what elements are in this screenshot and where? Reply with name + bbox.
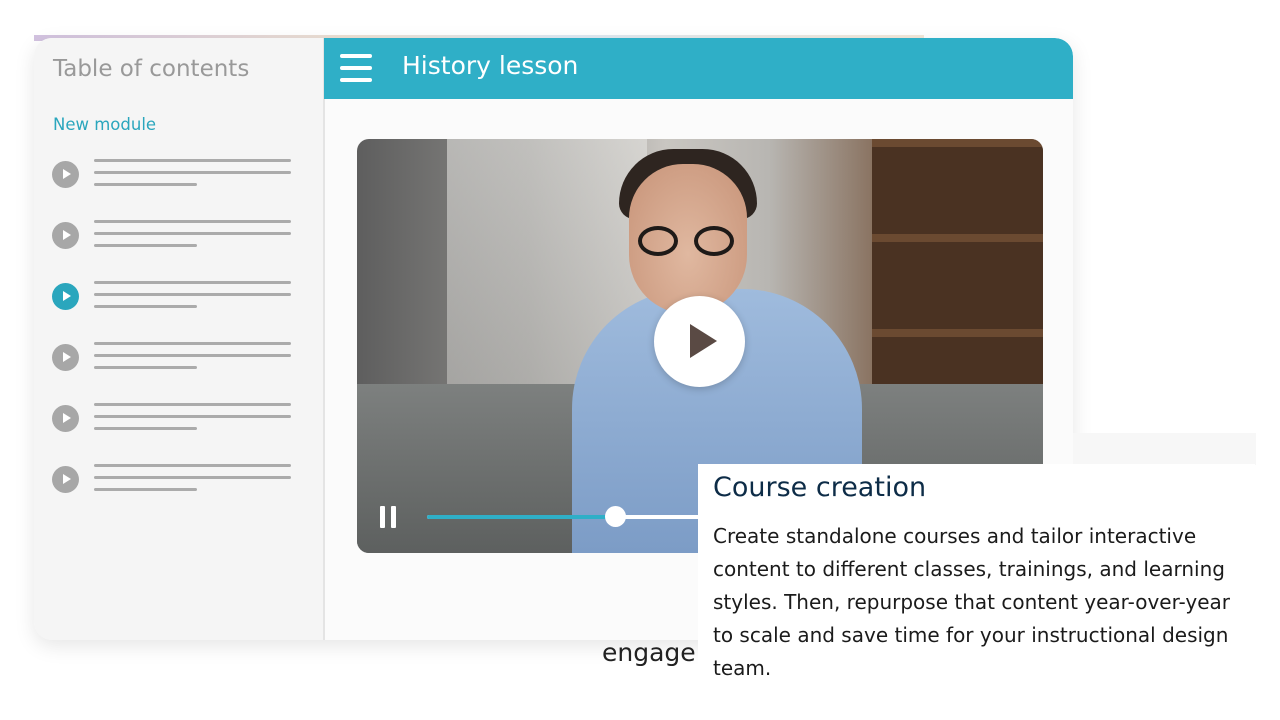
lesson-text-placeholder: [94, 293, 291, 296]
lesson-item[interactable]: [52, 464, 302, 498]
pause-icon[interactable]: [380, 506, 398, 528]
lesson-play-icon[interactable]: [52, 161, 79, 188]
lesson-play-icon[interactable]: [52, 283, 79, 310]
tooltip-body: Create standalone courses and tailor int…: [713, 524, 1231, 680]
lesson-text-placeholder: [94, 220, 291, 223]
lesson-text-placeholder: [94, 232, 291, 235]
lesson-text-placeholder: [94, 464, 291, 467]
lesson-item[interactable]: [52, 281, 302, 315]
table-of-contents-sidebar: Table of contents New module: [34, 38, 325, 640]
lesson-text-placeholder: [94, 342, 291, 345]
background-heading-text: engage: [602, 638, 696, 667]
lesson-text-placeholder: [94, 171, 291, 174]
module-title[interactable]: New module: [53, 115, 156, 134]
lesson-play-icon[interactable]: [52, 405, 79, 432]
lesson-text-placeholder: [94, 183, 197, 186]
feature-tooltip: Course creation Create standalone course…: [698, 464, 1255, 720]
lesson-title: History lesson: [402, 51, 579, 80]
lesson-text-placeholder: [94, 427, 197, 430]
play-icon[interactable]: [654, 296, 745, 387]
lesson-play-icon[interactable]: [52, 466, 79, 493]
lesson-text-placeholder: [94, 415, 291, 418]
lesson-text-placeholder: [94, 244, 197, 247]
background-pane: [1073, 433, 1256, 465]
progress-handle[interactable]: [605, 506, 627, 527]
lesson-text-placeholder: [94, 366, 197, 369]
lesson-item[interactable]: [52, 342, 302, 376]
lesson-play-icon[interactable]: [52, 222, 79, 249]
lesson-play-icon[interactable]: [52, 344, 79, 371]
video-frame-glasses: [638, 226, 738, 256]
lesson-text-placeholder: [94, 305, 197, 308]
lesson-item[interactable]: [52, 159, 302, 193]
lesson-header: History lesson: [324, 38, 1073, 99]
lesson-item[interactable]: [52, 403, 302, 437]
hamburger-menu-icon[interactable]: [340, 54, 372, 82]
lesson-text-placeholder: [94, 403, 291, 406]
lesson-text-placeholder: [94, 159, 291, 162]
lesson-text-placeholder: [94, 476, 291, 479]
toc-title: Table of contents: [53, 56, 250, 82]
lesson-text-placeholder: [94, 488, 197, 491]
lesson-text-placeholder: [94, 281, 291, 284]
progress-fill: [427, 515, 616, 519]
tooltip-title: Course creation: [713, 472, 927, 503]
lesson-item[interactable]: [52, 220, 302, 254]
lesson-text-placeholder: [94, 354, 291, 357]
